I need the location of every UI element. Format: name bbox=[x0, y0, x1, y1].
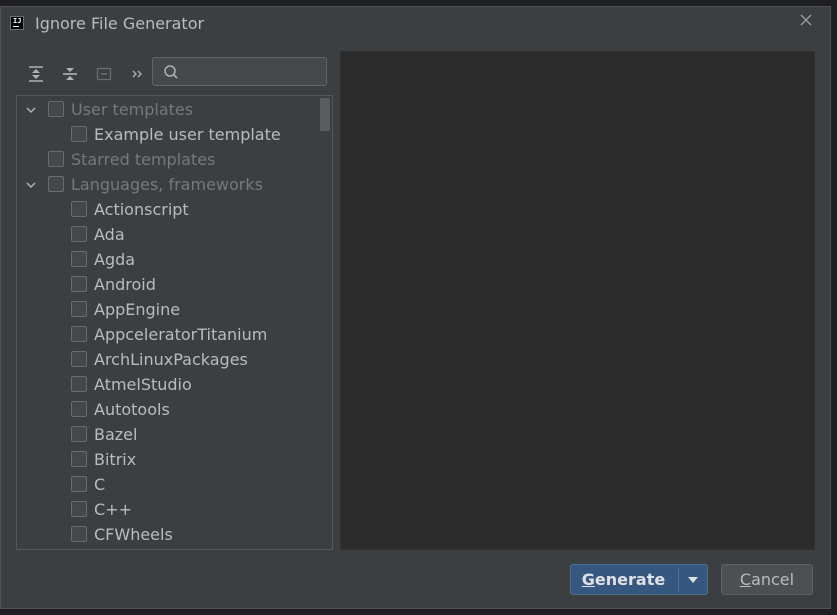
checkbox[interactable] bbox=[48, 176, 64, 192]
tree-item-label: C++ bbox=[94, 500, 132, 519]
checkbox[interactable] bbox=[48, 151, 64, 167]
generate-button-label: Generate bbox=[571, 570, 676, 589]
tree-item[interactable]: Ada bbox=[17, 223, 317, 248]
tree-item-label: Languages, frameworks bbox=[71, 175, 263, 194]
checkbox[interactable] bbox=[71, 451, 87, 467]
cancel-label-rest: ancel bbox=[751, 570, 795, 589]
tree-item-label: Starred templates bbox=[71, 150, 216, 169]
tree-item-label: AppEngine bbox=[94, 300, 181, 319]
template-tree: User templates Example user template Sta… bbox=[16, 95, 333, 550]
chevron-down-icon[interactable] bbox=[25, 104, 37, 116]
checkbox[interactable] bbox=[71, 401, 87, 417]
title-bar: IJ Ignore File Generator bbox=[1, 7, 830, 41]
tree-item-example-user-template[interactable]: Example user template bbox=[17, 123, 317, 148]
tree-item[interactable]: C bbox=[17, 473, 317, 498]
tree-item[interactable]: ArchLinuxPackages bbox=[17, 348, 317, 373]
tree-item-label: Bazel bbox=[94, 425, 138, 444]
uncheck-all-icon[interactable] bbox=[95, 65, 113, 83]
tree-item-label: Agda bbox=[94, 250, 136, 269]
tree-item[interactable]: Autotools bbox=[17, 398, 317, 423]
checkbox[interactable] bbox=[71, 276, 87, 292]
tree-item[interactable]: AppEngine bbox=[17, 298, 317, 323]
tree-item[interactable]: Bazel bbox=[17, 423, 317, 448]
checkbox[interactable] bbox=[71, 201, 87, 217]
cancel-button[interactable]: Cancel bbox=[721, 564, 813, 595]
tree-item[interactable]: AtmelStudio bbox=[17, 373, 317, 398]
tree-item-label: Android bbox=[94, 275, 156, 294]
checkbox[interactable] bbox=[48, 101, 64, 117]
tree-item-label: ArchLinuxPackages bbox=[94, 350, 248, 369]
tree-group-languages-frameworks[interactable]: Languages, frameworks bbox=[17, 173, 317, 198]
window-title: Ignore File Generator bbox=[35, 14, 205, 33]
intellij-app-icon: IJ bbox=[10, 16, 24, 30]
chevron-down-icon[interactable] bbox=[25, 179, 37, 191]
tree-item-label: User templates bbox=[71, 100, 194, 119]
cancel-mnemonic: C bbox=[739, 570, 752, 589]
checkbox[interactable] bbox=[71, 226, 87, 242]
generate-button[interactable]: Generate bbox=[570, 564, 708, 595]
tree-item-label: Bitrix bbox=[94, 450, 137, 469]
checkbox[interactable] bbox=[71, 326, 87, 342]
tree-item-label: C bbox=[94, 475, 106, 494]
tree-item-label: Autotools bbox=[94, 400, 170, 419]
tree-toolbar bbox=[17, 57, 333, 89]
checkbox[interactable] bbox=[71, 351, 87, 367]
close-icon[interactable] bbox=[799, 12, 813, 26]
tree-group-starred-templates[interactable]: Starred templates bbox=[17, 148, 317, 173]
tree-item[interactable]: CFWheels bbox=[17, 523, 317, 548]
checkbox[interactable] bbox=[71, 251, 87, 267]
tree-item[interactable]: AppceleratorTitanium bbox=[17, 323, 317, 348]
checkbox[interactable] bbox=[71, 501, 87, 517]
checkbox[interactable] bbox=[71, 126, 87, 142]
tree-item[interactable]: C++ bbox=[17, 498, 317, 523]
tree-item-label: AppceleratorTitanium bbox=[94, 325, 268, 344]
generate-mnemonic: G bbox=[581, 570, 595, 589]
tree-item[interactable]: Actionscript bbox=[17, 198, 317, 223]
tree-item[interactable]: Android bbox=[17, 273, 317, 298]
checkbox[interactable] bbox=[71, 426, 87, 442]
expand-all-icon[interactable] bbox=[27, 65, 45, 83]
collapse-all-icon[interactable] bbox=[61, 65, 79, 83]
dropdown-arrow-icon[interactable] bbox=[687, 576, 699, 584]
tree-item-label: Ada bbox=[94, 225, 125, 244]
tree-item[interactable]: Bitrix bbox=[17, 448, 317, 473]
checkbox[interactable] bbox=[71, 376, 87, 392]
tree-item-label: Actionscript bbox=[94, 200, 189, 219]
tree-scrollbar[interactable] bbox=[320, 98, 330, 131]
tree-item-label: Example user template bbox=[94, 125, 281, 144]
generate-label-rest: enerate bbox=[594, 570, 666, 589]
tree-item[interactable]: Agda bbox=[17, 248, 317, 273]
search-field[interactable] bbox=[152, 57, 327, 86]
tree-group-user-templates[interactable]: User templates bbox=[17, 98, 317, 123]
button-separator bbox=[678, 567, 679, 592]
checkbox[interactable] bbox=[71, 301, 87, 317]
checkbox[interactable] bbox=[71, 476, 87, 492]
tree-item-label: AtmelStudio bbox=[94, 375, 192, 394]
search-input[interactable] bbox=[183, 61, 322, 83]
tree-item-label: CFWheels bbox=[94, 525, 173, 544]
template-preview-pane[interactable] bbox=[340, 51, 815, 550]
search-icon bbox=[164, 65, 178, 79]
ignore-file-generator-dialog: IJ Ignore File Generator User templates … bbox=[0, 6, 831, 609]
checkbox[interactable] bbox=[71, 526, 87, 542]
more-chevrons-icon[interactable] bbox=[129, 65, 147, 83]
